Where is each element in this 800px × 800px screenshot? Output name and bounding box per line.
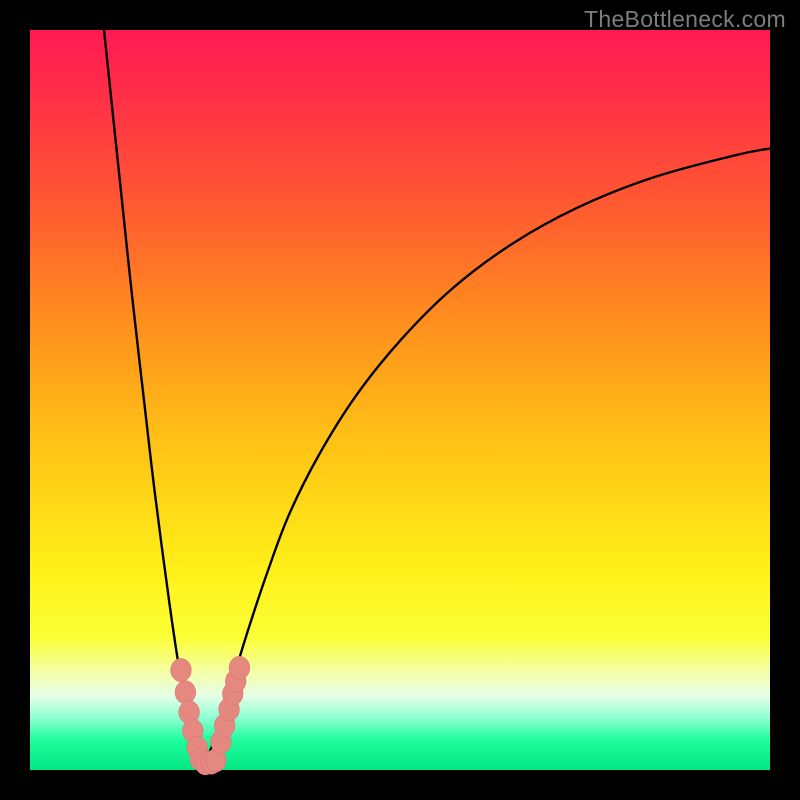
- watermark-text: TheBottleneck.com: [584, 6, 786, 33]
- plot-area: [30, 30, 770, 770]
- data-marker: [171, 658, 192, 681]
- data-marker: [229, 656, 250, 679]
- curve-right-arm: [202, 148, 770, 765]
- curve-left-arm: [104, 30, 202, 766]
- markers-group: [171, 656, 250, 775]
- chart-frame: TheBottleneck.com: [0, 0, 800, 800]
- chart-svg: [30, 30, 770, 770]
- data-marker: [175, 681, 196, 704]
